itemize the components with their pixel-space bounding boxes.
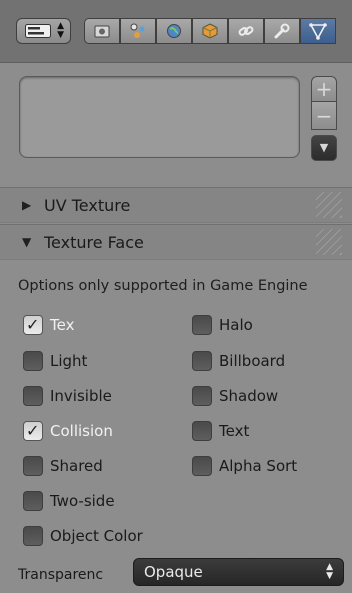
checkbox-box	[192, 456, 212, 476]
tab-render[interactable]	[84, 18, 120, 44]
object-data-mesh-icon	[309, 23, 327, 40]
transparency-label: Transparenc	[18, 567, 104, 583]
context-tabs	[84, 18, 352, 44]
checkbox-tex[interactable]: ✓ Tex	[23, 313, 74, 337]
checkbox-two-side[interactable]: Two-side	[23, 489, 115, 513]
checkbox-label: Invisible	[50, 387, 112, 405]
checkbox-label: Shadow	[219, 387, 279, 405]
checkbox-label: Alpha Sort	[219, 457, 298, 475]
checkbox-box: ✓	[23, 315, 43, 335]
render-icon	[94, 25, 110, 38]
updown-icon: ▲ ▼	[57, 21, 64, 40]
checkbox-light[interactable]: Light	[23, 349, 87, 373]
checkbox-label: Halo	[219, 316, 253, 334]
checkmark-icon: ✓	[26, 421, 40, 440]
checkbox-collision[interactable]: ✓ Collision	[23, 419, 113, 443]
add-slot-button[interactable]: +	[311, 76, 337, 102]
section-uv-texture[interactable]: ▶ UV Texture	[0, 187, 352, 223]
checkbox-text[interactable]: Text	[192, 419, 249, 443]
game-engine-note: Options only supported in Game Engine	[18, 278, 308, 294]
tab-object-data[interactable]	[300, 18, 336, 44]
checkbox-invisible[interactable]: Invisible	[23, 384, 112, 408]
checkbox-box	[192, 386, 212, 406]
minus-icon: −	[315, 103, 333, 128]
checkbox-label: Collision	[50, 422, 113, 440]
remove-slot-button[interactable]: −	[311, 102, 337, 130]
world-icon	[167, 24, 181, 38]
slot-list[interactable]	[19, 76, 300, 158]
properties-panel: ▲ ▼ + − ▼ ▶ UV Texture ▼ Texture Face Op…	[0, 0, 352, 593]
checkbox-billboard[interactable]: Billboard	[192, 349, 285, 373]
checkbox-box	[23, 526, 43, 546]
properties-editor-icon	[25, 24, 51, 38]
slot-menu-button[interactable]: ▼	[311, 135, 337, 161]
expanded-arrow-icon: ▼	[22, 235, 32, 249]
constraints-icon	[238, 26, 254, 36]
tab-constraints[interactable]	[228, 18, 264, 44]
checkbox-shadow[interactable]: Shadow	[192, 384, 278, 408]
transparency-dropdown[interactable]: Opaque ▲ ▼	[133, 558, 344, 586]
checkbox-object-color[interactable]: Object Color	[23, 524, 143, 548]
transparency-value: Opaque	[144, 563, 203, 581]
checkbox-label: Object Color	[50, 527, 143, 545]
checkbox-box	[192, 315, 212, 335]
checkbox-label: Light	[50, 352, 88, 370]
checkbox-box	[23, 491, 43, 511]
down-arrow-icon: ▼	[319, 141, 329, 154]
updown-icon: ▲ ▼	[326, 562, 333, 581]
tab-scene[interactable]	[120, 18, 156, 44]
scene-icon	[130, 23, 145, 38]
drag-grip-icon[interactable]	[316, 229, 342, 255]
checkbox-box: ✓	[23, 421, 43, 441]
checkmark-icon: ✓	[26, 315, 40, 334]
properties-header: ▲ ▼	[0, 0, 352, 63]
checkbox-halo[interactable]: Halo	[192, 313, 253, 337]
object-icon	[202, 23, 218, 39]
slot-list-buttons: + − ▼	[311, 76, 337, 161]
drag-grip-icon[interactable]	[316, 192, 342, 218]
editor-type-button[interactable]: ▲ ▼	[16, 18, 71, 44]
checkbox-box	[23, 386, 43, 406]
collapsed-arrow-icon: ▶	[22, 198, 32, 212]
section-title: UV Texture	[44, 195, 131, 215]
tab-object[interactable]	[192, 18, 228, 44]
tab-world[interactable]	[156, 18, 192, 44]
checkbox-label: Tex	[50, 316, 75, 334]
checkbox-label: Shared	[50, 457, 103, 475]
checkbox-shared[interactable]: Shared	[23, 454, 103, 478]
checkbox-box	[192, 421, 212, 441]
checkbox-label: Two-side	[50, 492, 115, 510]
checkbox-box	[23, 351, 43, 371]
checkbox-label: Text	[219, 422, 250, 440]
checkbox-box	[192, 351, 212, 371]
checkbox-label: Billboard	[219, 352, 286, 370]
plus-icon: +	[315, 77, 333, 101]
tab-modifiers[interactable]	[264, 18, 300, 44]
section-texture-face[interactable]: ▼ Texture Face	[0, 224, 352, 260]
checkbox-box	[23, 456, 43, 476]
checkbox-alpha-sort[interactable]: Alpha Sort	[192, 454, 297, 478]
section-title: Texture Face	[44, 232, 144, 252]
modifier-wrench-icon	[274, 23, 290, 39]
